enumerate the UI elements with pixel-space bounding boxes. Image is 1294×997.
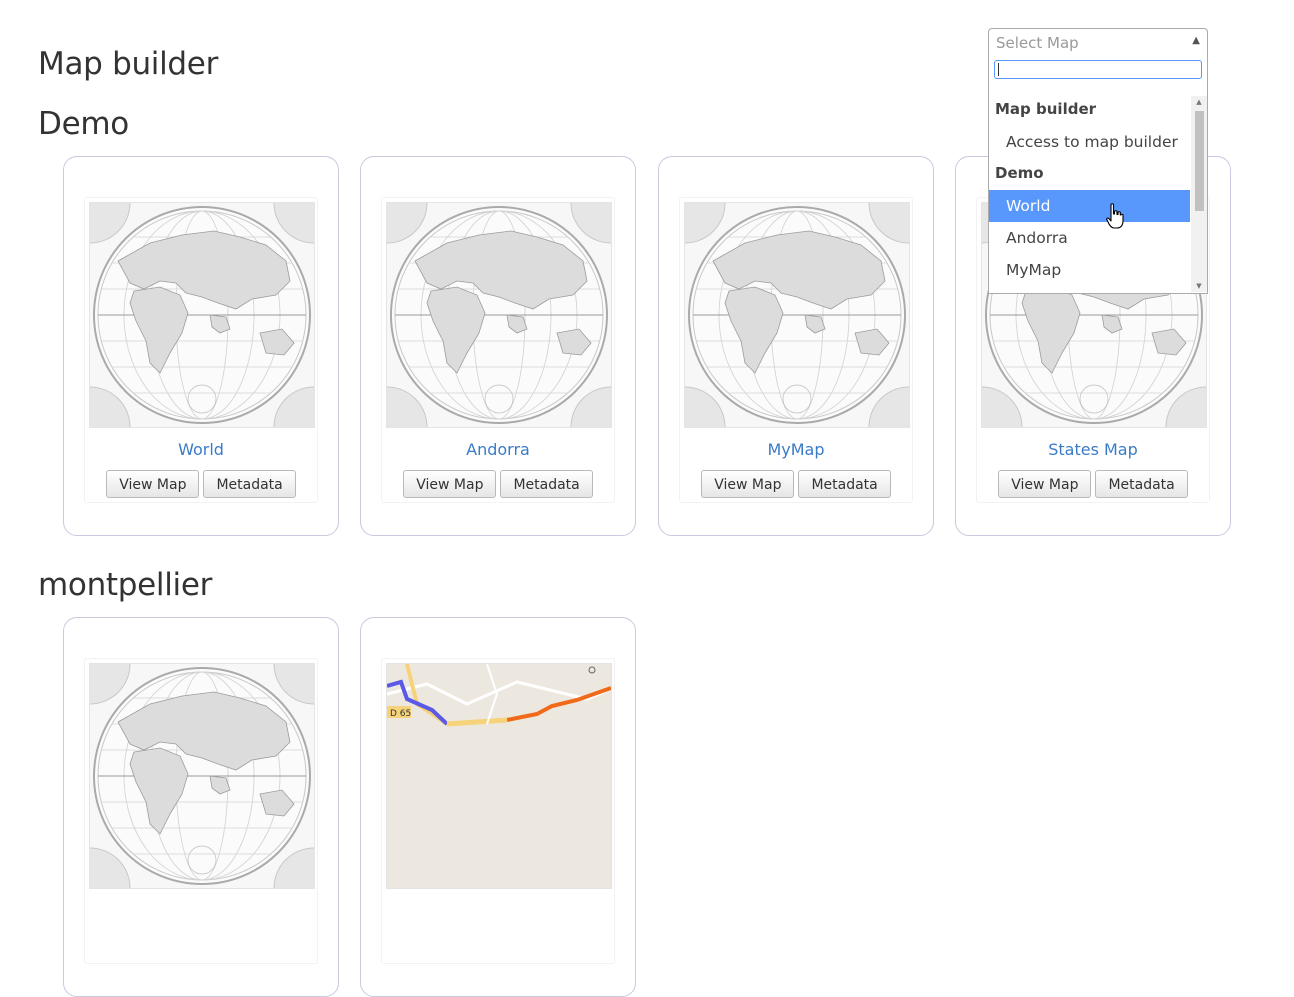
map-thumbnail[interactable] bbox=[386, 202, 612, 428]
map-title-link[interactable]: World bbox=[85, 440, 317, 459]
select-search-input[interactable] bbox=[994, 60, 1202, 79]
view-map-button[interactable]: View Map bbox=[106, 470, 200, 498]
map-card-andorra: Andorra View Map Metadata bbox=[360, 156, 636, 536]
metadata-button[interactable]: Metadata bbox=[500, 470, 593, 498]
caret-up-icon: ▲ bbox=[1192, 35, 1200, 46]
select-options-list: Map builder Access to map builder Demo W… bbox=[989, 92, 1191, 292]
group-title-demo: Demo bbox=[38, 106, 129, 142]
option-group-map-builder: Map builder bbox=[995, 100, 1097, 118]
road-label: D 65 bbox=[390, 709, 411, 719]
scrollbar-thumb[interactable] bbox=[1195, 111, 1204, 211]
view-map-button[interactable]: View Map bbox=[701, 470, 795, 498]
street-map-thumbnail[interactable]: D 65 bbox=[386, 663, 612, 889]
world-map-image bbox=[387, 203, 611, 427]
page-title: Map builder bbox=[38, 46, 219, 82]
world-map-image bbox=[90, 203, 314, 427]
metadata-button[interactable]: Metadata bbox=[203, 470, 296, 498]
world-map-image bbox=[90, 664, 314, 888]
hand-pointer-icon bbox=[1106, 203, 1124, 229]
option-access-to-map-builder[interactable]: Access to map builder bbox=[989, 126, 1190, 158]
select-dropdown: Map builder Access to map builder Demo W… bbox=[988, 56, 1208, 294]
map-title-link[interactable]: MyMap bbox=[680, 440, 912, 459]
option-world[interactable]: World bbox=[989, 190, 1190, 222]
scroll-up-icon[interactable]: ▲ bbox=[1191, 98, 1207, 106]
map-title-link[interactable]: Andorra bbox=[382, 440, 614, 459]
map-card-world: World View Map Metadata bbox=[63, 156, 339, 536]
text-cursor bbox=[998, 63, 999, 76]
metadata-button[interactable]: Metadata bbox=[1095, 470, 1188, 498]
map-card bbox=[63, 617, 339, 997]
scroll-down-icon[interactable]: ▼ bbox=[1191, 282, 1207, 290]
metadata-button[interactable]: Metadata bbox=[798, 470, 891, 498]
world-map-image bbox=[685, 203, 909, 427]
group-title-montpellier: montpellier bbox=[38, 567, 213, 603]
option-andorra[interactable]: Andorra bbox=[989, 222, 1190, 254]
option-group-demo: Demo bbox=[995, 164, 1044, 182]
street-map-image: D 65 bbox=[387, 664, 611, 888]
map-select[interactable]: Select Map ▲ bbox=[988, 28, 1208, 56]
map-thumbnail[interactable] bbox=[89, 663, 315, 889]
dropdown-scrollbar[interactable]: ▲ ▼ bbox=[1191, 96, 1207, 292]
map-title-link[interactable]: States Map bbox=[977, 440, 1209, 459]
map-card: D 65 bbox=[360, 617, 636, 997]
map-thumbnail[interactable] bbox=[89, 202, 315, 428]
map-card-mymap: MyMap View Map Metadata bbox=[658, 156, 934, 536]
view-map-button[interactable]: View Map bbox=[998, 470, 1092, 498]
select-placeholder: Select Map bbox=[996, 34, 1079, 52]
map-thumbnail[interactable] bbox=[684, 202, 910, 428]
option-mymap[interactable]: MyMap bbox=[989, 254, 1190, 286]
view-map-button[interactable]: View Map bbox=[403, 470, 497, 498]
